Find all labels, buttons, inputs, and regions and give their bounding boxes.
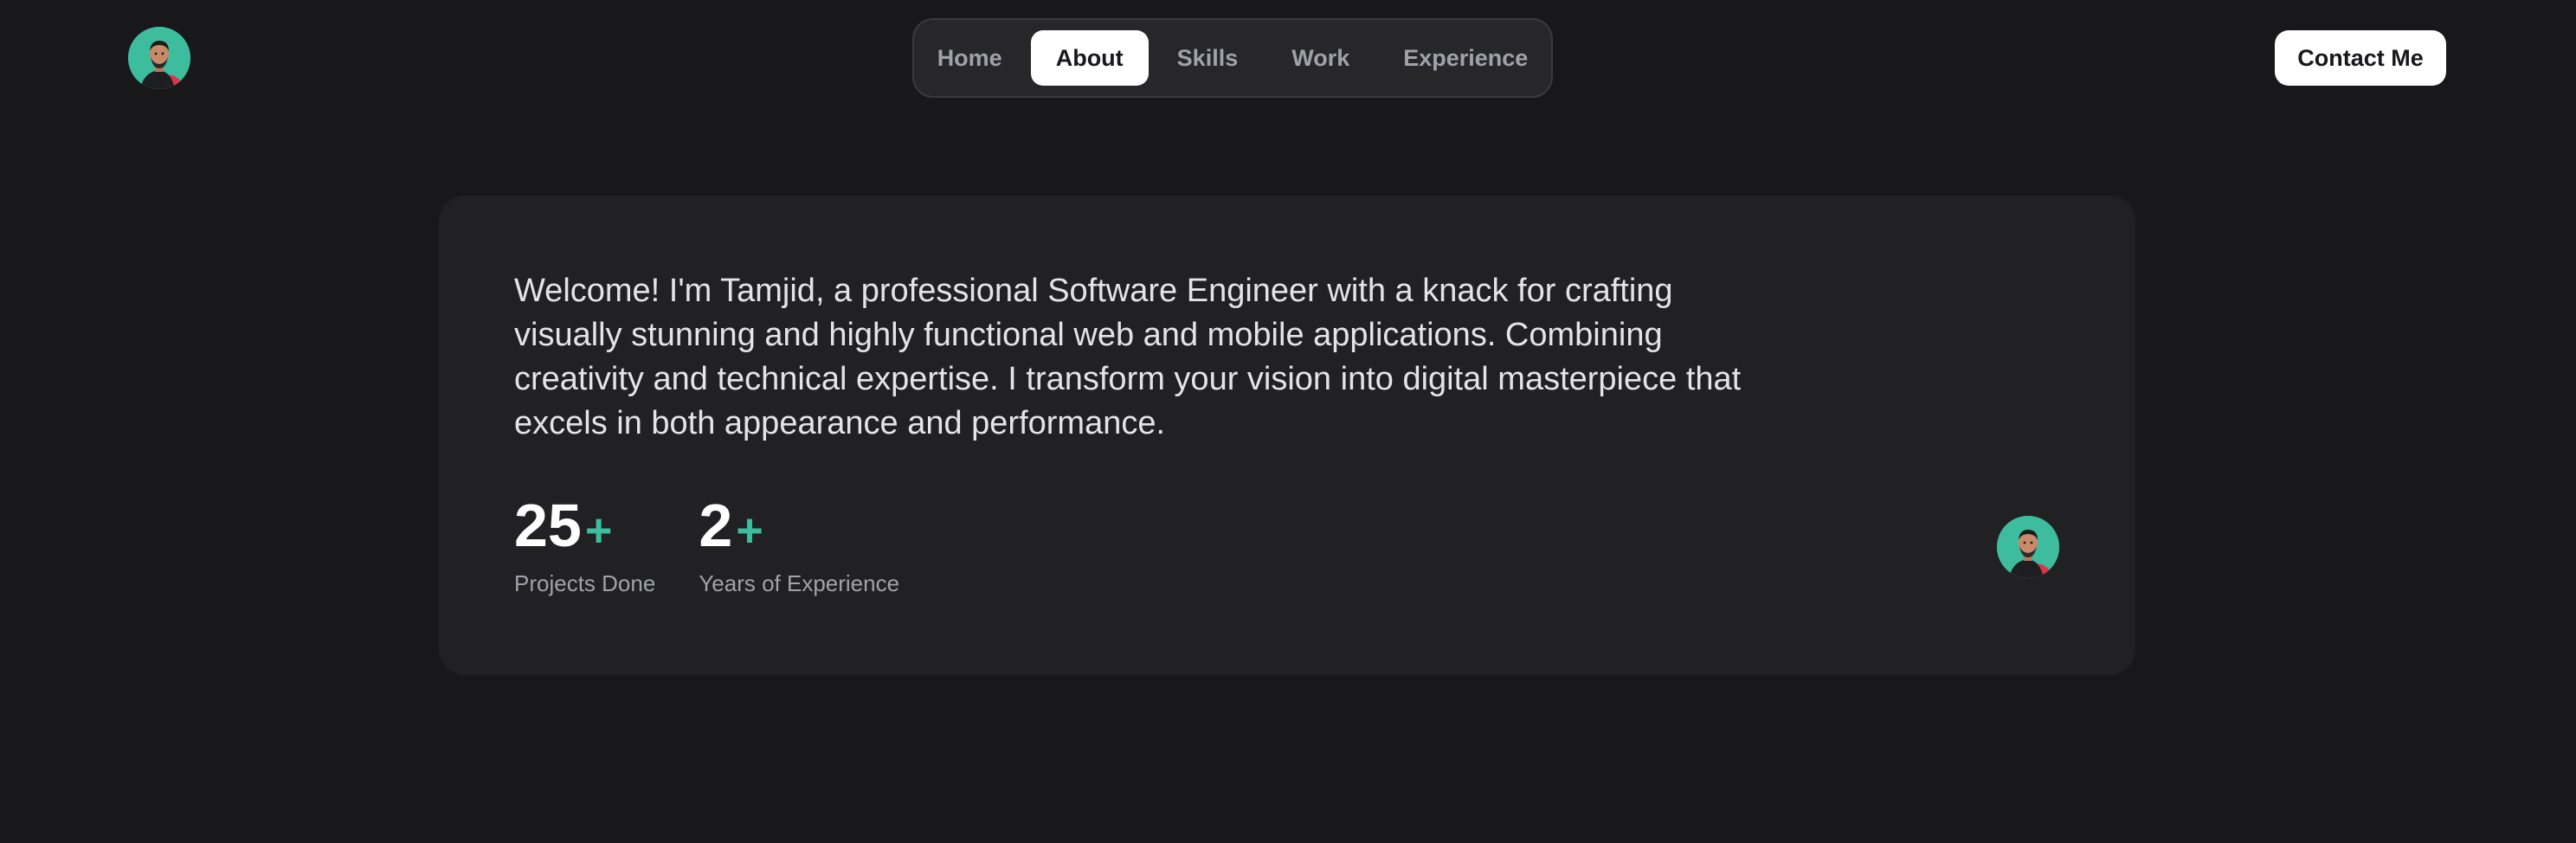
stat-experience-value-row: 2 + — [699, 493, 899, 557]
about-card: Welcome! I'm Tamjid, a professional Soft… — [439, 196, 2135, 675]
nav-experience[interactable]: Experience — [1378, 30, 1553, 86]
stat-experience-plus: + — [736, 505, 763, 557]
stat-projects-plus: + — [584, 505, 613, 557]
nav-skills[interactable]: Skills — [1152, 30, 1264, 86]
nav-about[interactable]: About — [1030, 30, 1149, 86]
card-avatar-illustration — [1997, 516, 2059, 578]
stats-row: 25 + Projects Done 2 + Years of Experien… — [514, 493, 899, 597]
about-intro-text: Welcome! I'm Tamjid, a professional Soft… — [514, 273, 1742, 441]
card-avatar-icon — [1997, 516, 2059, 578]
stat-experience-value: 2 — [699, 492, 733, 559]
contact-me-button[interactable]: Contact Me — [2275, 30, 2446, 86]
avatar-illustration — [128, 27, 190, 89]
site-header: Home About Skills Work Experience Contac… — [0, 0, 2576, 118]
stat-projects: 25 + Projects Done — [514, 493, 655, 597]
stat-experience-label: Years of Experience — [699, 570, 900, 596]
stat-experience: 2 + Years of Experience — [699, 493, 899, 597]
stat-projects-value: 25 — [514, 492, 582, 559]
main-nav: Home About Skills Work Experience — [912, 18, 1553, 98]
stat-projects-label: Projects Done — [514, 570, 656, 596]
stat-projects-value-row: 25 + — [514, 493, 655, 557]
nav-work[interactable]: Work — [1266, 30, 1375, 86]
logo-avatar-icon[interactable] — [128, 27, 190, 89]
nav-home[interactable]: Home — [912, 30, 1027, 86]
